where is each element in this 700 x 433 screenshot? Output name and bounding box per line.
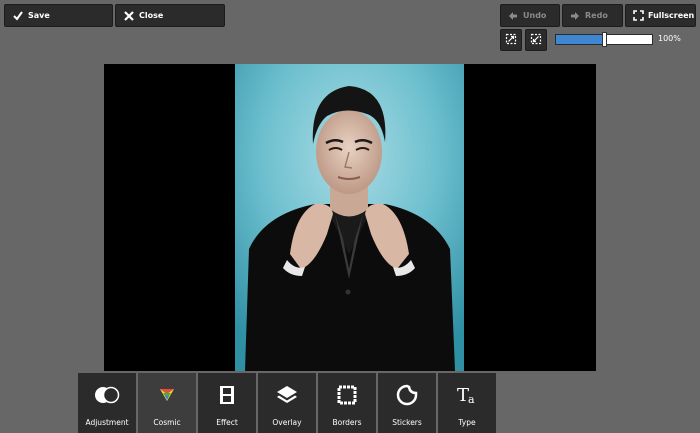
zoom-fit-icon bbox=[505, 33, 517, 47]
frame-icon bbox=[337, 383, 357, 407]
layers-icon bbox=[276, 383, 298, 407]
tool-adjustment[interactable]: Adjustment bbox=[78, 373, 136, 433]
cosmic-icon bbox=[159, 383, 175, 407]
svg-text:a: a bbox=[468, 393, 475, 406]
tool-overlay[interactable]: Overlay bbox=[258, 373, 316, 433]
undo-label: Undo bbox=[523, 11, 547, 20]
image-canvas[interactable] bbox=[104, 64, 596, 371]
zoom-actual-icon bbox=[530, 33, 542, 47]
close-icon bbox=[122, 9, 136, 23]
fullscreen-button[interactable]: Fullscreen bbox=[625, 4, 696, 27]
save-label: Save bbox=[28, 11, 50, 20]
tool-label: Effect bbox=[216, 418, 238, 427]
tool-cosmic[interactable]: Cosmic bbox=[138, 373, 196, 433]
tool-stickers[interactable]: Stickers bbox=[378, 373, 436, 433]
zoom-fit-button[interactable] bbox=[500, 29, 522, 51]
zoom-value: 100% bbox=[658, 34, 681, 43]
close-button[interactable]: Close bbox=[115, 4, 225, 27]
arrow-left-icon bbox=[506, 9, 520, 23]
adjustment-icon bbox=[94, 383, 120, 407]
photo bbox=[235, 64, 464, 371]
save-button[interactable]: Save bbox=[4, 4, 113, 27]
close-label: Close bbox=[139, 11, 164, 20]
zoom-slider-handle[interactable] bbox=[602, 32, 607, 47]
tool-label: Stickers bbox=[392, 418, 422, 427]
tool-label: Overlay bbox=[272, 418, 302, 427]
tool-borders[interactable]: Borders bbox=[318, 373, 376, 433]
arrow-right-icon bbox=[568, 9, 582, 23]
redo-button[interactable]: Redo bbox=[562, 4, 623, 27]
tool-effect[interactable]: Effect bbox=[198, 373, 256, 433]
tool-label: Cosmic bbox=[153, 418, 181, 427]
tool-label: Adjustment bbox=[85, 418, 129, 427]
expand-icon bbox=[631, 9, 645, 23]
tool-bar: Adjustment Cosmic Effect Overlay Borders bbox=[78, 373, 496, 433]
sticker-icon bbox=[396, 383, 418, 407]
zoom-slider-fill bbox=[556, 35, 604, 44]
undo-button[interactable]: Undo bbox=[500, 4, 560, 27]
checkmark-icon bbox=[11, 9, 25, 23]
tool-label: Borders bbox=[332, 418, 362, 427]
zoom-slider[interactable] bbox=[555, 32, 653, 47]
zoom-actual-size-button[interactable] bbox=[525, 29, 547, 51]
film-icon bbox=[219, 383, 235, 407]
type-icon: T a bbox=[456, 383, 478, 407]
tool-label: Type bbox=[458, 418, 476, 427]
tool-type[interactable]: T a Type bbox=[438, 373, 496, 433]
redo-label: Redo bbox=[585, 11, 608, 20]
fullscreen-label: Fullscreen bbox=[648, 11, 695, 20]
